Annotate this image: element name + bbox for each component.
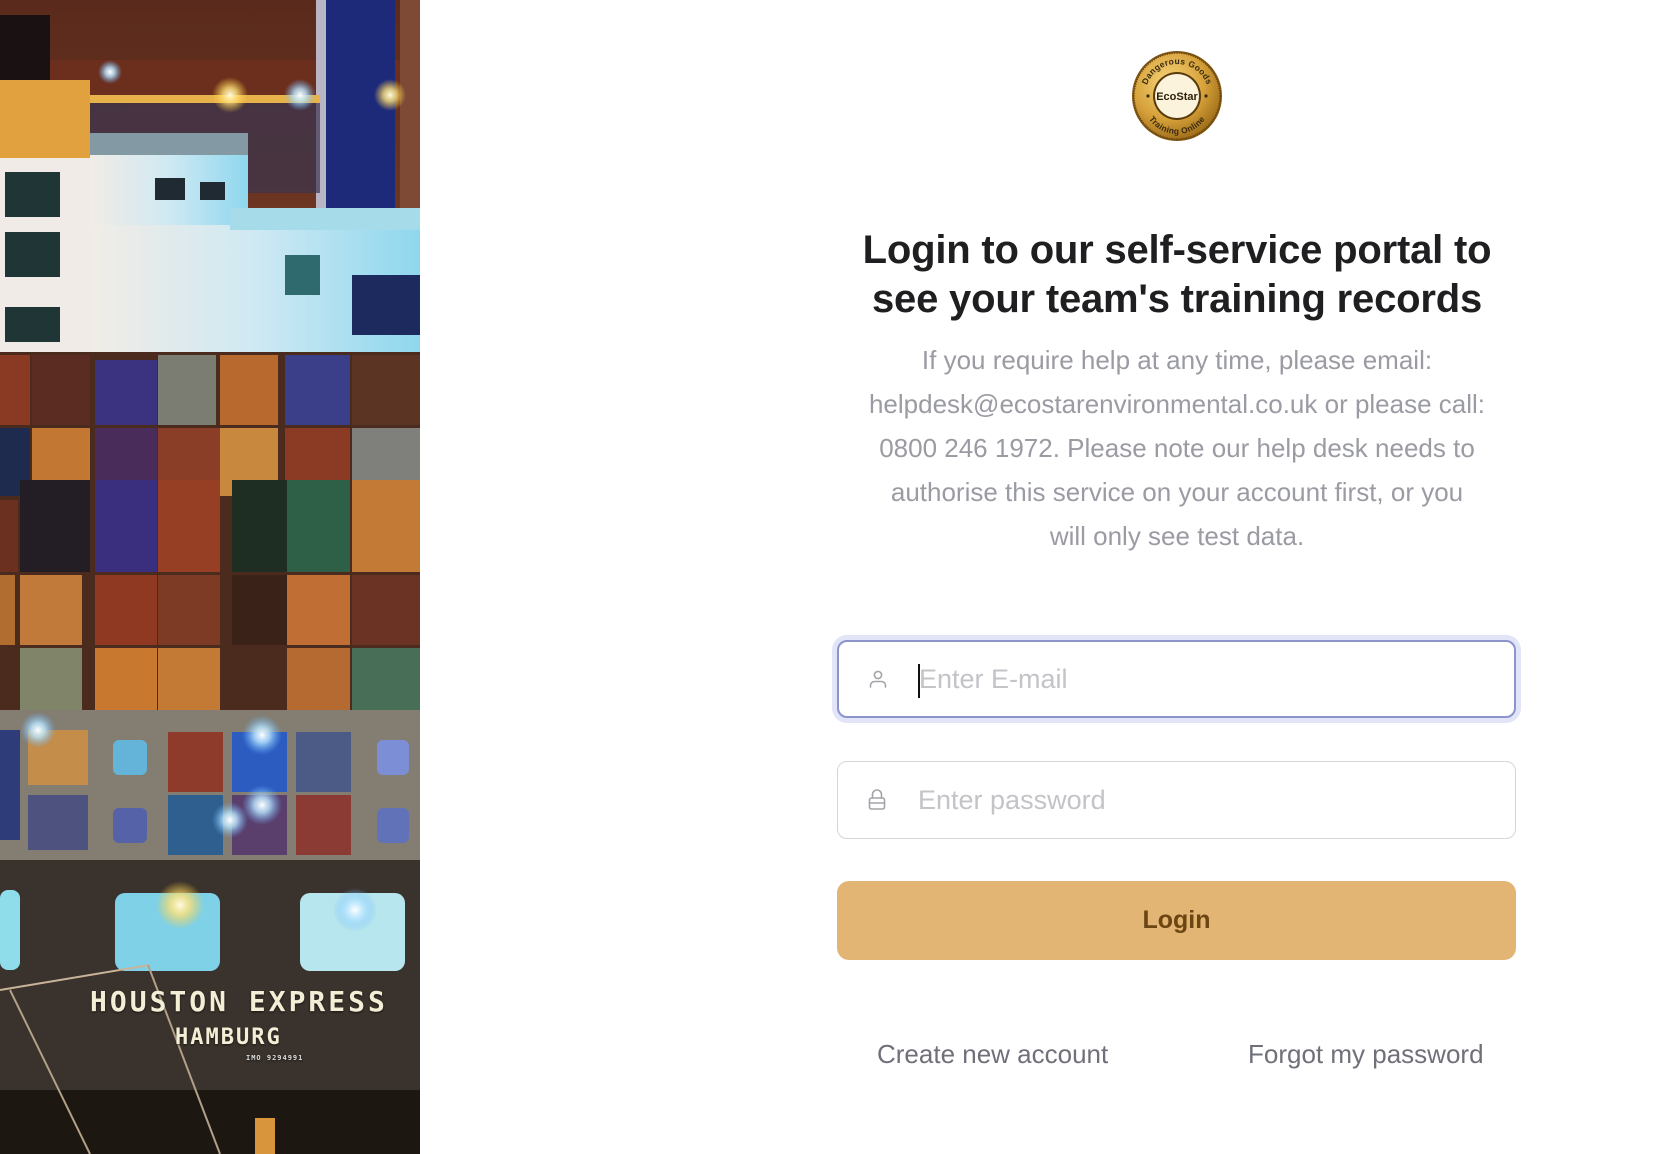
- ecostar-logo: Dangerous Goods Training Online EcoStar: [1132, 51, 1222, 141]
- forgot-password-link[interactable]: Forgot my password: [1248, 1039, 1484, 1070]
- imo-text: IMO 9294991: [246, 1054, 304, 1062]
- login-button[interactable]: Login: [837, 881, 1516, 960]
- help-text-line: 0800 246 1972. Please note our help desk…: [879, 433, 1475, 463]
- page-title: Login to our self-service portal to see …: [820, 226, 1534, 324]
- login-page: HOUSTON EXPRESS HAMBURG IMO 9294991 Dang…: [0, 0, 1678, 1154]
- hero-image: HOUSTON EXPRESS HAMBURG IMO 9294991: [0, 0, 420, 1154]
- lock-icon: [864, 787, 890, 813]
- container-stack: [0, 352, 420, 712]
- help-text: If you require help at any time, please …: [820, 338, 1534, 558]
- home-port-text: HAMBURG: [175, 1025, 282, 1050]
- password-input[interactable]: [918, 780, 1478, 820]
- help-text-line: If you require help at any time, please …: [921, 345, 1433, 375]
- help-text-line: helpdesk@ecostarenvironmental.co.uk or p…: [868, 389, 1486, 419]
- text-caret: [918, 664, 920, 698]
- create-account-link[interactable]: Create new account: [877, 1039, 1108, 1070]
- page-title-line-2: see your team's training records: [871, 277, 1482, 321]
- help-text-line: will only see test data.: [1049, 521, 1305, 551]
- container-ship-photo: [0, 0, 420, 1154]
- login-panel: [420, 0, 1678, 1154]
- help-text-line: authorise this service on your account f…: [890, 477, 1464, 507]
- page-title-line-1: Login to our self-service portal to: [862, 228, 1492, 272]
- email-input[interactable]: [919, 659, 1479, 699]
- password-field[interactable]: [837, 761, 1516, 839]
- ship-name-text: HOUSTON EXPRESS: [90, 985, 388, 1018]
- user-icon: [865, 666, 891, 692]
- logo-brand-text: EcoStar: [1156, 91, 1198, 103]
- email-field[interactable]: [837, 640, 1516, 718]
